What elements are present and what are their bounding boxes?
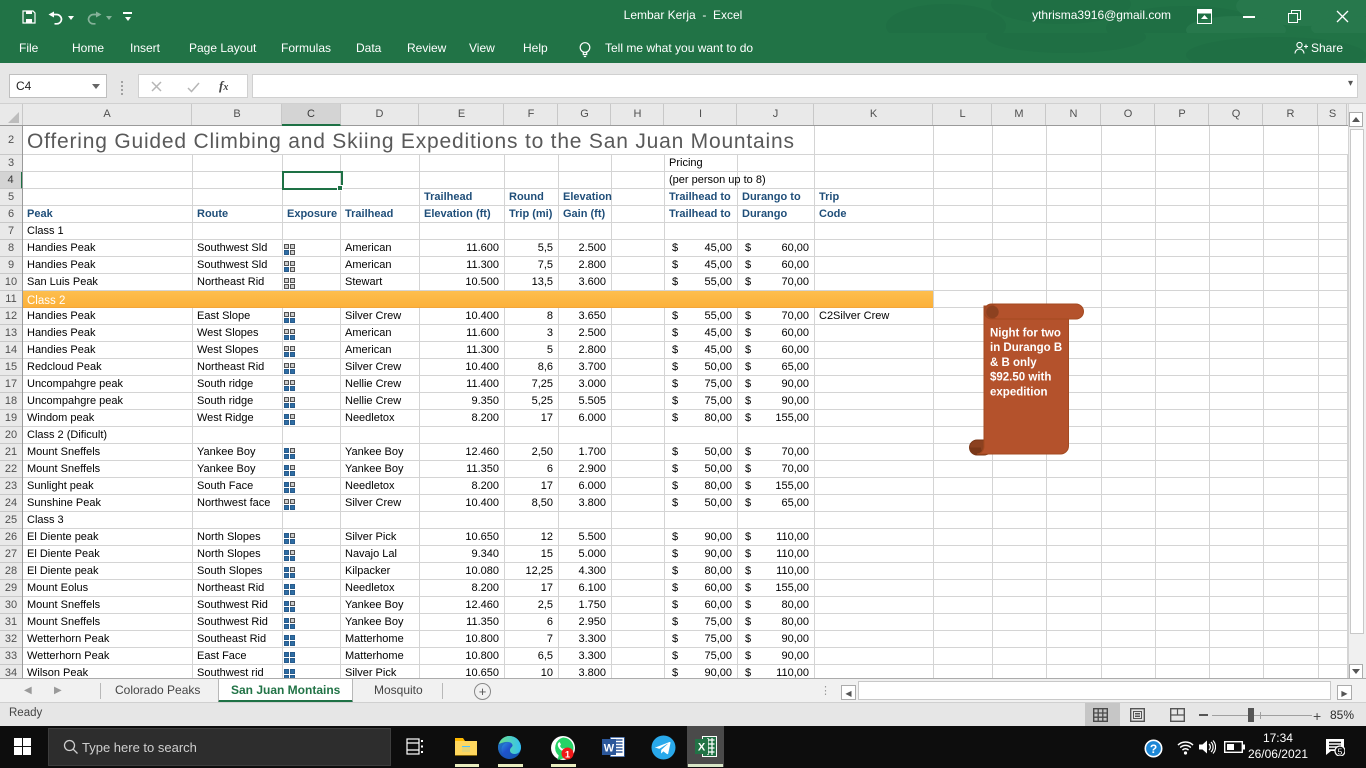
svg-text:X: X — [698, 742, 706, 754]
svg-text:5: 5 — [1338, 747, 1343, 757]
svg-text:Night for two: Night for two — [990, 328, 1061, 340]
svg-text:in Durango B: in Durango B — [990, 342, 1062, 354]
svg-text:?: ? — [1150, 742, 1157, 756]
svg-text:$92.50 with: $92.50 with — [990, 372, 1051, 384]
svg-text:1: 1 — [565, 750, 570, 760]
svg-text:W: W — [604, 743, 615, 755]
svg-text:expedition: expedition — [990, 386, 1048, 398]
svg-text:& B only: & B only — [990, 357, 1037, 369]
